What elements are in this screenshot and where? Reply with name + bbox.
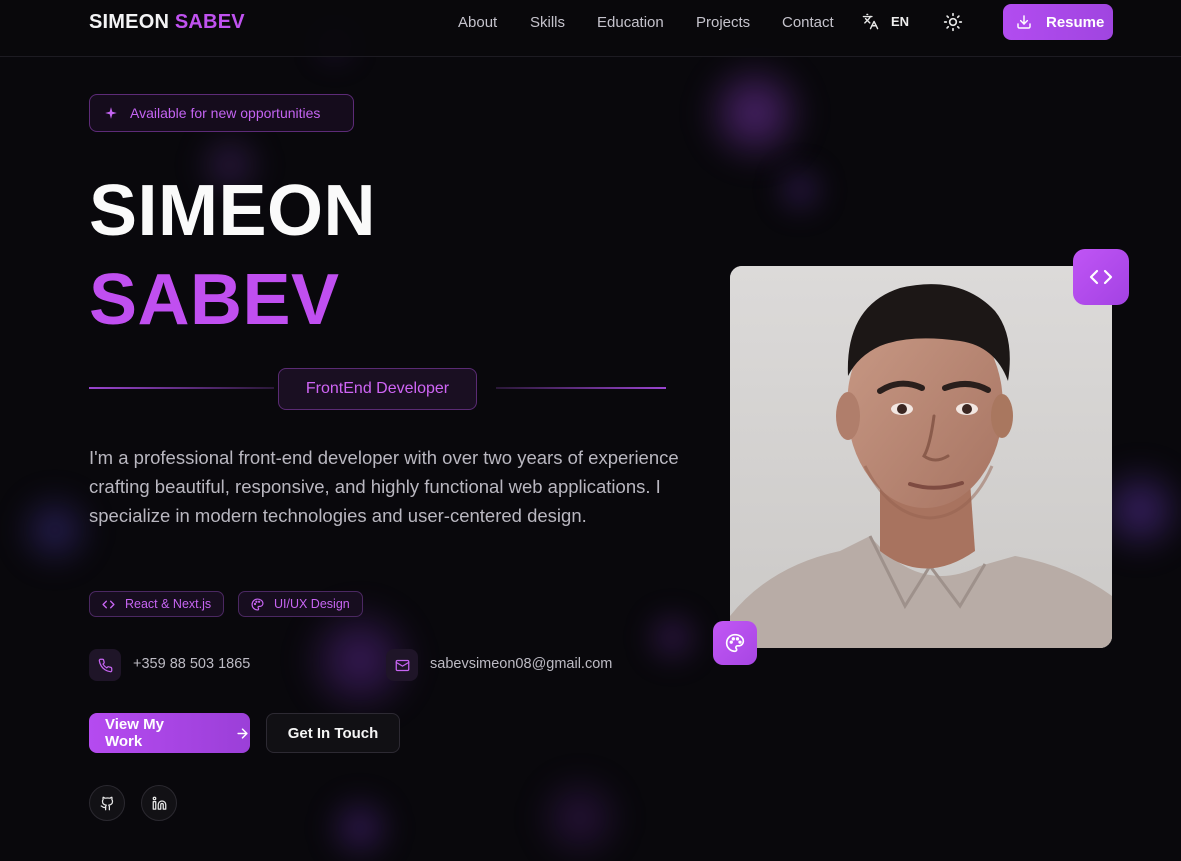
hero-last-name: SABEV xyxy=(89,260,340,340)
site-header: SIMEON SABEV About Skills Education Proj… xyxy=(0,0,1181,57)
hero-description: I'm a professional front-end developer w… xyxy=(89,447,679,526)
hero-first-name: SIMEON xyxy=(89,171,377,251)
nav-skills[interactable]: Skills xyxy=(530,14,565,31)
skill-tag-label: UI/UX Design xyxy=(274,597,350,611)
arrow-right-icon xyxy=(237,727,248,739)
theme-toggle[interactable] xyxy=(943,12,963,32)
translate-icon xyxy=(862,13,879,30)
availability-badge: Available for new opportunities xyxy=(89,94,354,132)
sparkle-icon xyxy=(105,107,117,119)
sun-icon xyxy=(943,12,963,32)
divider-right xyxy=(496,387,666,389)
linkedin-icon xyxy=(152,796,166,810)
palette-icon xyxy=(251,597,264,611)
download-icon xyxy=(1017,15,1031,29)
background-glow xyxy=(325,795,395,861)
resume-button[interactable]: Resume xyxy=(1003,4,1113,40)
background-glow xyxy=(645,610,700,665)
nav-about[interactable]: About xyxy=(458,14,497,31)
nav-projects[interactable]: Projects xyxy=(696,14,750,31)
background-glow xyxy=(530,775,630,861)
github-link[interactable] xyxy=(89,785,125,821)
phone-icon-box xyxy=(89,649,121,681)
role-badge: FrontEnd Developer xyxy=(278,368,477,410)
profile-photo xyxy=(730,266,1112,648)
skill-tag-label: React & Next.js xyxy=(125,597,212,611)
portrait-illustration xyxy=(730,266,1112,648)
nav-education[interactable]: Education xyxy=(597,14,664,31)
mail-icon xyxy=(395,659,409,671)
mail-icon-box xyxy=(386,649,418,681)
phone-icon xyxy=(98,658,112,672)
get-in-touch-button[interactable]: Get In Touch xyxy=(266,713,400,753)
background-glow xyxy=(775,165,825,215)
logo-last-name: SABEV xyxy=(174,11,245,33)
logo-first-name: SIMEON xyxy=(89,11,170,33)
skill-tag-react: React & Next.js xyxy=(89,591,225,617)
background-glow xyxy=(700,58,810,168)
resume-label: Resume xyxy=(1046,13,1105,31)
skill-tag-design: UI/UX Design xyxy=(238,591,363,617)
photo-code-badge xyxy=(1073,249,1129,305)
phone-number[interactable]: +359 88 503 1865 xyxy=(133,656,250,672)
linkedin-link[interactable] xyxy=(141,785,177,821)
availability-text: Available for new opportunities xyxy=(130,105,321,121)
palette-icon xyxy=(725,633,745,653)
nav-contact[interactable]: Contact xyxy=(782,14,834,31)
divider-left xyxy=(89,387,274,389)
code-icon xyxy=(102,600,115,608)
view-my-work-button[interactable]: View My Work xyxy=(89,713,250,753)
site-logo[interactable]: SIMEON SABEV xyxy=(89,11,245,34)
language-switcher[interactable]: EN xyxy=(862,13,909,30)
code-icon xyxy=(1089,269,1113,285)
view-my-work-label: View My Work xyxy=(105,716,164,750)
background-glow xyxy=(15,490,95,570)
photo-palette-badge xyxy=(713,621,757,665)
email-address[interactable]: sabevsimeon08@gmail.com xyxy=(430,656,612,672)
github-icon xyxy=(100,796,113,810)
language-label: EN xyxy=(891,14,910,29)
